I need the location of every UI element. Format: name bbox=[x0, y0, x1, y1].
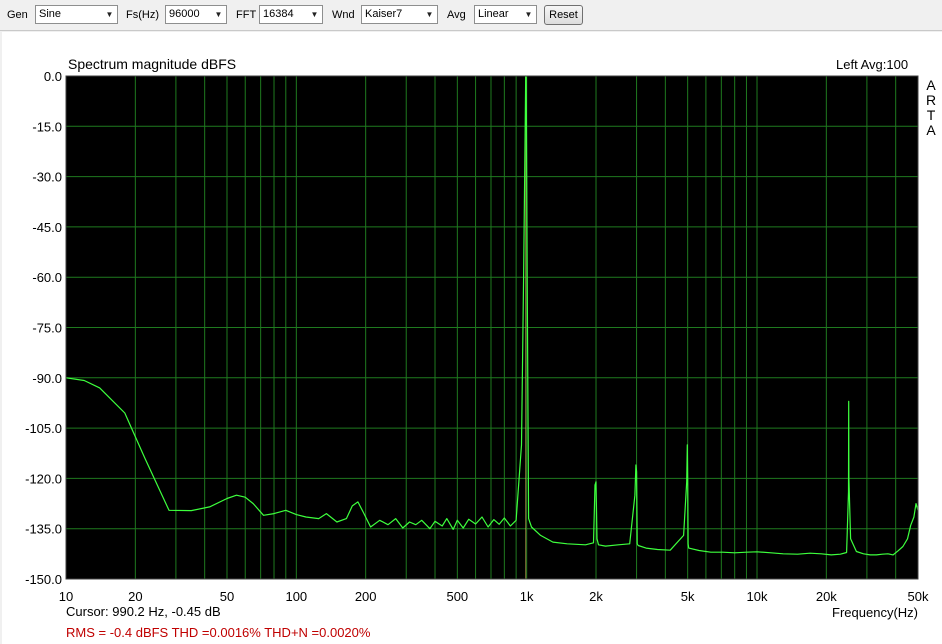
x-tick-label: 1k bbox=[520, 589, 534, 604]
stats-readout: RMS = -0.4 dBFS THD =0.0016% THD+N =0.00… bbox=[66, 625, 371, 640]
y-tick-label: -30.0 bbox=[32, 170, 62, 185]
spectrum-chart[interactable]: 0.0 -15.0 -30.0 -45.0 -60.0 -75.0 -90.0 -105.0 -… bbox=[0, 0, 942, 644]
x-tick-label: 500 bbox=[446, 589, 468, 604]
y-tick-label: -120.0 bbox=[25, 471, 62, 486]
x-tick-label: 20k bbox=[816, 589, 837, 604]
x-tick-label: 20 bbox=[128, 589, 142, 604]
cursor-readout: Cursor: 990.2 Hz, -0.45 dB bbox=[66, 604, 221, 619]
x-tick-label: 100 bbox=[285, 589, 307, 604]
x-tick-label: 50 bbox=[220, 589, 234, 604]
y-tick-label: -150.0 bbox=[25, 572, 62, 587]
y-tick-label: -135.0 bbox=[25, 522, 62, 537]
x-tick-label: 2k bbox=[589, 589, 603, 604]
y-tick-label: -90.0 bbox=[32, 371, 62, 386]
y-tick-label: -45.0 bbox=[32, 220, 62, 235]
x-tick-label: 5k bbox=[681, 589, 695, 604]
y-tick-label: -60.0 bbox=[32, 270, 62, 285]
x-tick-label: 10k bbox=[747, 589, 768, 604]
x-axis-label: Frequency(Hz) bbox=[832, 605, 918, 620]
y-tick-label: -75.0 bbox=[32, 321, 62, 336]
x-tick-label: 200 bbox=[355, 589, 377, 604]
y-tick-label: -105.0 bbox=[25, 421, 62, 436]
x-tick-label: 10 bbox=[59, 589, 73, 604]
x-tick-label: 50k bbox=[908, 589, 929, 604]
y-tick-label: 0.0 bbox=[44, 69, 62, 84]
y-tick-label: -15.0 bbox=[32, 119, 62, 134]
